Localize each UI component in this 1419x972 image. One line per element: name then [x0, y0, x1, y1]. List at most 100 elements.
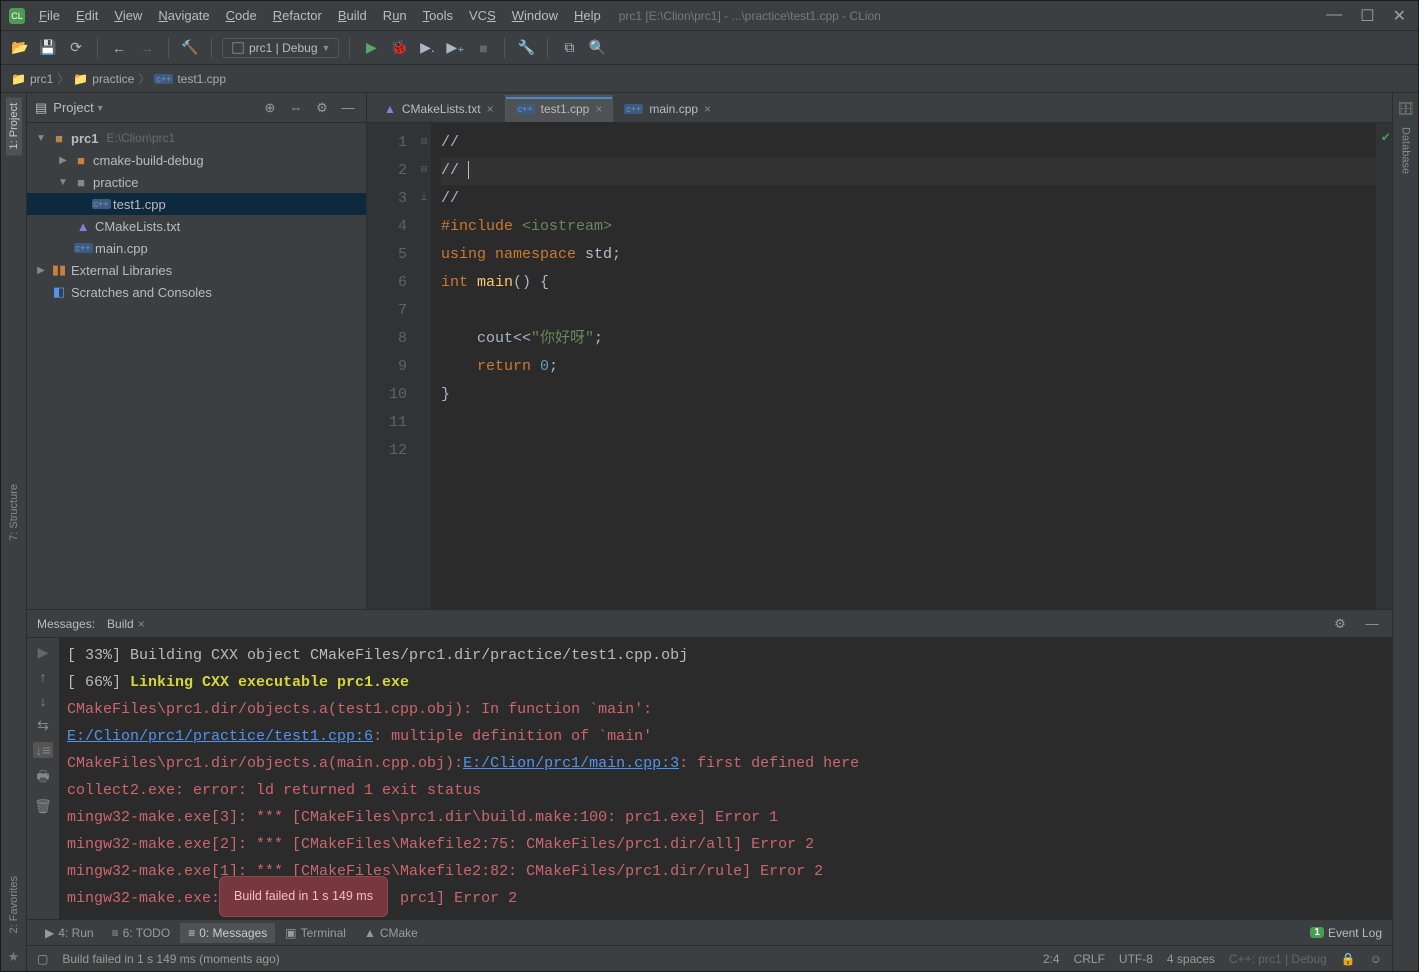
- line-gutter: 123 456 789 101112: [367, 123, 417, 609]
- debug-icon[interactable]: 🐞: [388, 37, 410, 59]
- maximize-icon[interactable]: ☐: [1360, 6, 1374, 26]
- tree-cmake-build[interactable]: ▶ ■ cmake-build-debug: [27, 149, 366, 171]
- neighbor-icon[interactable]: ⧉: [558, 37, 580, 59]
- breadcrumb-file[interactable]: c++test1.cpp: [154, 72, 226, 86]
- caret-position[interactable]: 2:4: [1043, 952, 1060, 966]
- minimize-icon[interactable]: —: [1326, 6, 1342, 26]
- messages-icon: ≡: [188, 926, 195, 940]
- bottom-tab-todo[interactable]: ≡6: TODO: [104, 923, 179, 943]
- messages-output[interactable]: [ 33%] Building CXX object CMakeFiles/pr…: [59, 638, 1392, 919]
- down-icon[interactable]: ↓: [40, 693, 47, 709]
- star-icon: ★: [8, 949, 20, 965]
- app-icon: CL: [9, 8, 25, 24]
- file-link[interactable]: E:/Clion/prc1/practice/test1.cpp:6: [67, 728, 373, 745]
- inspector-icon[interactable]: ☺: [1370, 952, 1382, 966]
- tree-scratches[interactable]: ◧ Scratches and Consoles: [27, 281, 366, 303]
- tree-cmakelists[interactable]: ▲ CMakeLists.txt: [27, 215, 366, 237]
- gear-icon[interactable]: ⚙: [1330, 614, 1350, 634]
- back-icon[interactable]: ←: [108, 37, 130, 59]
- cpp-file-icon: c++: [75, 241, 91, 255]
- collapse-icon[interactable]: ⇔: [286, 98, 306, 118]
- event-badge: 1: [1310, 927, 1324, 938]
- breadcrumb-root[interactable]: 📁prc1: [11, 72, 53, 86]
- menu-build[interactable]: Build: [332, 6, 373, 25]
- menu-tools[interactable]: Tools: [417, 6, 459, 25]
- editor-tab-cmakelists[interactable]: ▲ CMakeLists.txt ×: [373, 95, 505, 122]
- menu-run[interactable]: Run: [377, 6, 413, 25]
- rerun-icon[interactable]: ▶: [38, 644, 49, 661]
- editor-body[interactable]: 123 456 789 101112 ⊟⊟⊥ //// //#include <…: [367, 123, 1392, 609]
- menu-navigate[interactable]: Navigate: [152, 6, 215, 25]
- menu-window[interactable]: Window: [506, 6, 564, 25]
- refresh-icon[interactable]: ⟳: [65, 37, 87, 59]
- line-separator[interactable]: CRLF: [1074, 952, 1105, 966]
- tree-root[interactable]: ▼ ■ prc1 E:\Clion\prc1: [27, 127, 366, 149]
- search-icon[interactable]: 🔍: [586, 37, 608, 59]
- print-icon[interactable]: 🖶: [36, 766, 49, 790]
- build-icon[interactable]: 🔨: [179, 37, 201, 59]
- rail-tab-project[interactable]: 1: Project: [6, 97, 22, 155]
- softwrap-icon[interactable]: ⇆: [37, 717, 49, 734]
- code-content[interactable]: //// //#include <iostream>using namespac…: [431, 123, 1376, 609]
- editor-tab-main[interactable]: c++ main.cpp ×: [613, 95, 722, 122]
- wrench-icon[interactable]: 🔧: [515, 37, 537, 59]
- scroll-end-icon[interactable]: ↓≡: [33, 742, 52, 758]
- terminal-icon: ▣: [285, 926, 296, 940]
- close-icon[interactable]: ✕: [1393, 6, 1406, 26]
- encoding[interactable]: UTF-8: [1119, 952, 1153, 966]
- rail-tab-database[interactable]: Database: [1398, 121, 1414, 180]
- tree-external[interactable]: ▶ ▮▮ External Libraries: [27, 259, 366, 281]
- run-config-selector[interactable]: prc1 | Debug ▼: [222, 38, 339, 58]
- stop-icon[interactable]: ■: [472, 37, 494, 59]
- scratches-icon: ◧: [51, 285, 67, 299]
- folder-icon: ■: [73, 175, 89, 189]
- context[interactable]: C++: prc1 | Debug: [1229, 952, 1327, 966]
- hide-icon[interactable]: —: [1362, 614, 1382, 634]
- up-icon[interactable]: ↑: [40, 669, 47, 685]
- window-title: prc1 [E:\Clion\prc1] - ...\practice\test…: [619, 9, 1327, 23]
- close-icon[interactable]: ×: [487, 102, 494, 116]
- locate-icon[interactable]: ⊕: [260, 98, 280, 118]
- bottom-tab-run[interactable]: ▶4: Run: [37, 923, 102, 943]
- marker-gutter: ✔: [1376, 123, 1392, 609]
- event-log-button[interactable]: 1 Event Log: [1310, 926, 1382, 940]
- menu-file[interactable]: File: [33, 6, 66, 25]
- indent[interactable]: 4 spaces: [1167, 952, 1215, 966]
- right-tool-rail: 🗄 Database: [1392, 93, 1418, 971]
- hide-icon[interactable]: —: [338, 98, 358, 118]
- status-icon[interactable]: ▢: [37, 952, 48, 966]
- todo-icon: ≡: [112, 926, 119, 940]
- close-icon[interactable]: ×: [704, 102, 711, 116]
- profile-icon[interactable]: ▶₊: [444, 37, 466, 59]
- tree-practice[interactable]: ▼ ■ practice: [27, 171, 366, 193]
- breadcrumb-folder[interactable]: 📁practice: [73, 72, 134, 86]
- gear-icon[interactable]: ⚙: [312, 98, 332, 118]
- bottom-tool-tabs: ▶4: Run ≡6: TODO ≡0: Messages ▣Terminal …: [27, 919, 1392, 945]
- bottom-tab-cmake[interactable]: ▲CMake: [356, 923, 426, 943]
- menu-refactor[interactable]: Refactor: [267, 6, 328, 25]
- menu-edit[interactable]: Edit: [70, 6, 104, 25]
- messages-tab-build[interactable]: Build ×: [107, 617, 145, 631]
- lock-icon[interactable]: 🔒: [1341, 952, 1356, 966]
- close-icon[interactable]: ×: [595, 102, 602, 116]
- menu-help[interactable]: Help: [568, 6, 607, 25]
- rail-tab-favorites[interactable]: 2: Favorites: [6, 870, 22, 939]
- trash-icon[interactable]: 🗑: [34, 798, 52, 815]
- open-icon[interactable]: 📂: [9, 37, 31, 59]
- menu-code[interactable]: Code: [220, 6, 263, 25]
- rail-tab-structure[interactable]: 7: Structure: [6, 478, 22, 547]
- file-link[interactable]: E:/Clion/prc1/main.cpp:3: [463, 755, 679, 772]
- project-panel-title[interactable]: Project ▼: [53, 100, 104, 115]
- menu-view[interactable]: View: [108, 6, 148, 25]
- editor-tab-test1[interactable]: c++ test1.cpp ×: [505, 95, 614, 122]
- bottom-tab-messages[interactable]: ≡0: Messages: [180, 923, 275, 943]
- forward-icon[interactable]: →: [136, 37, 158, 59]
- bottom-tab-terminal[interactable]: ▣Terminal: [277, 923, 354, 943]
- menu-vcs[interactable]: VCS: [463, 6, 502, 25]
- run-icon[interactable]: ▶: [360, 37, 382, 59]
- tree-test1[interactable]: c++ test1.cpp: [27, 193, 366, 215]
- tree-main[interactable]: c++ main.cpp: [27, 237, 366, 259]
- run-coverage-icon[interactable]: ▶.: [416, 37, 438, 59]
- editor-area: ▲ CMakeLists.txt × c++ test1.cpp × c++ m…: [367, 93, 1392, 609]
- save-all-icon[interactable]: 💾: [37, 37, 59, 59]
